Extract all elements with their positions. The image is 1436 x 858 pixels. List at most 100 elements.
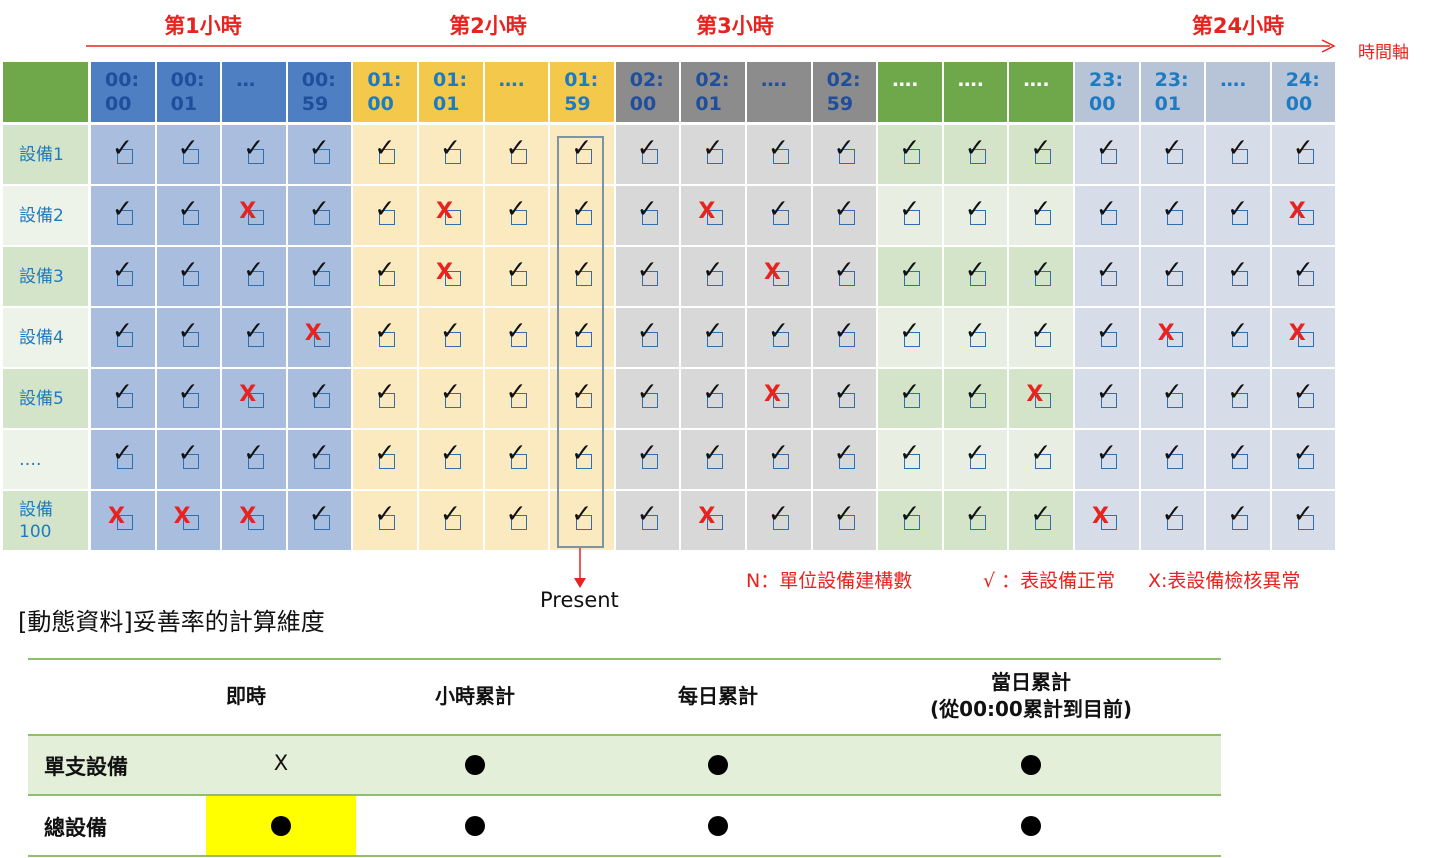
filled-dot-icon [271, 816, 291, 836]
check-mark-icon: ✓ [636, 438, 658, 467]
time-column-header: 00: 00 [91, 62, 155, 122]
check-mark-icon: ✓ [243, 255, 265, 284]
error-mark-icon: X [1288, 321, 1306, 346]
legend-x: X:表設備檢核異常 [1148, 570, 1301, 592]
check-mark-icon: ✓ [112, 194, 133, 223]
grid-cell: X [681, 491, 745, 550]
grid-cell: ✓ [681, 125, 745, 184]
check-mark-icon: ✓ [833, 499, 855, 528]
grid-cell: X [1009, 369, 1073, 428]
check-mark-icon: ✓ [112, 438, 133, 467]
grid-cell: ✓ [943, 369, 1008, 428]
table-header-daily: 每日累計 [678, 684, 758, 708]
grid-cell: ✓ [1009, 491, 1073, 550]
error-mark-icon: X [764, 382, 781, 407]
time-column-header: 01: 00 [353, 62, 417, 122]
table-header-realtime: 即時 [226, 684, 266, 708]
grid-cell: ✓ [353, 186, 417, 245]
check-mark-icon: ✓ [1030, 133, 1052, 162]
check-mark-icon: ✓ [374, 133, 396, 162]
grid-cell: ✓ [1206, 491, 1270, 550]
check-mark-icon: ✓ [768, 133, 789, 162]
check-mark-icon: ✓ [308, 499, 330, 528]
check-mark-icon: ✓ [440, 316, 461, 345]
grid-cell: ✓ [1075, 369, 1139, 428]
check-mark-icon: ✓ [374, 438, 396, 467]
check-mark-icon: ✓ [636, 499, 658, 528]
grid-cell: ✓ [681, 308, 745, 367]
filled-dot-icon [465, 816, 485, 836]
grid-cell: ✓ [615, 125, 680, 184]
check-mark-icon: ✓ [899, 316, 921, 345]
grid-cell: X [91, 491, 155, 550]
grid-cell: ✓ [91, 125, 155, 184]
time-column-header: 00: 01 [156, 62, 221, 122]
check-mark-icon: ✓ [899, 133, 921, 162]
row-label: 設備3 [3, 247, 88, 306]
grid-cell: ✓ [943, 186, 1008, 245]
grid-cell: X [1271, 308, 1336, 367]
table-row-1-bg [28, 736, 1221, 794]
grid-cell: ✓ [812, 491, 877, 550]
grid-cell: ✓ [287, 491, 352, 550]
grid-cell: ✓ [222, 430, 286, 489]
check-mark-icon: ✓ [1292, 255, 1314, 284]
present-label: Present [540, 588, 619, 612]
row-label: …. [3, 430, 88, 489]
grid-cell: ✓ [353, 308, 417, 367]
check-mark-icon: ✓ [1227, 377, 1249, 406]
filled-dot-icon [1021, 755, 1041, 775]
check-mark-icon: ✓ [1227, 438, 1249, 467]
check-mark-icon: ✓ [636, 194, 658, 223]
check-mark-icon: ✓ [768, 438, 789, 467]
check-mark-icon: ✓ [1161, 133, 1183, 162]
table-bottom-rule [28, 855, 1221, 857]
check-mark-icon: ✓ [308, 255, 330, 284]
grid-cell: ✓ [1009, 186, 1073, 245]
grid-cell: ✓ [681, 369, 745, 428]
grid-cell: ✓ [943, 308, 1008, 367]
time-column-header: 02: 01 [681, 62, 745, 122]
check-mark-icon: ✓ [833, 194, 855, 223]
check-mark-icon: ✓ [1292, 438, 1314, 467]
check-mark-icon: ✓ [1161, 438, 1183, 467]
filled-dot-icon [708, 755, 728, 775]
check-mark-icon: ✓ [440, 438, 461, 467]
time-column-header: …. [747, 62, 811, 122]
time-column-header: 01: 01 [419, 62, 483, 122]
grid-cell: ✓ [353, 125, 417, 184]
check-mark-icon: ✓ [505, 377, 527, 406]
check-mark-icon: ✓ [833, 377, 855, 406]
grid-cell: ✓ [287, 247, 352, 306]
check-mark-icon: ✓ [112, 377, 133, 406]
grid-cell: ✓ [1075, 430, 1139, 489]
check-mark-icon: ✓ [308, 377, 330, 406]
grid-cell: ✓ [615, 430, 680, 489]
check-mark-icon: ✓ [1161, 377, 1183, 406]
error-mark-icon: X [698, 504, 716, 529]
check-mark-icon: ✓ [964, 438, 986, 467]
grid-cell: ✓ [484, 247, 549, 306]
grid-cell: X [222, 491, 286, 550]
grid-cell: X [1140, 308, 1205, 367]
check-mark-icon: ✓ [1292, 377, 1314, 406]
grid-cell: ✓ [1271, 430, 1336, 489]
check-mark-icon: ✓ [243, 438, 265, 467]
grid-cell: ✓ [484, 430, 549, 489]
grid-cell: ✓ [747, 430, 811, 489]
grid-cell: ✓ [1206, 369, 1270, 428]
grid-cell: ✓ [878, 369, 942, 428]
time-column-header: …. [1009, 62, 1073, 122]
error-mark-icon: X [698, 199, 716, 224]
check-mark-icon: ✓ [308, 438, 330, 467]
grid-cell: ✓ [681, 430, 745, 489]
error-mark-icon: X [1157, 321, 1175, 346]
time-column-header: …. [943, 62, 1008, 122]
grid-cell: ✓ [287, 125, 352, 184]
check-mark-icon: ✓ [964, 377, 986, 406]
grid-cell: ✓ [747, 125, 811, 184]
check-mark-icon: ✓ [177, 438, 199, 467]
row-label: 設備5 [3, 369, 88, 428]
grid-cell: ✓ [812, 369, 877, 428]
grid-cell: ✓ [943, 125, 1008, 184]
